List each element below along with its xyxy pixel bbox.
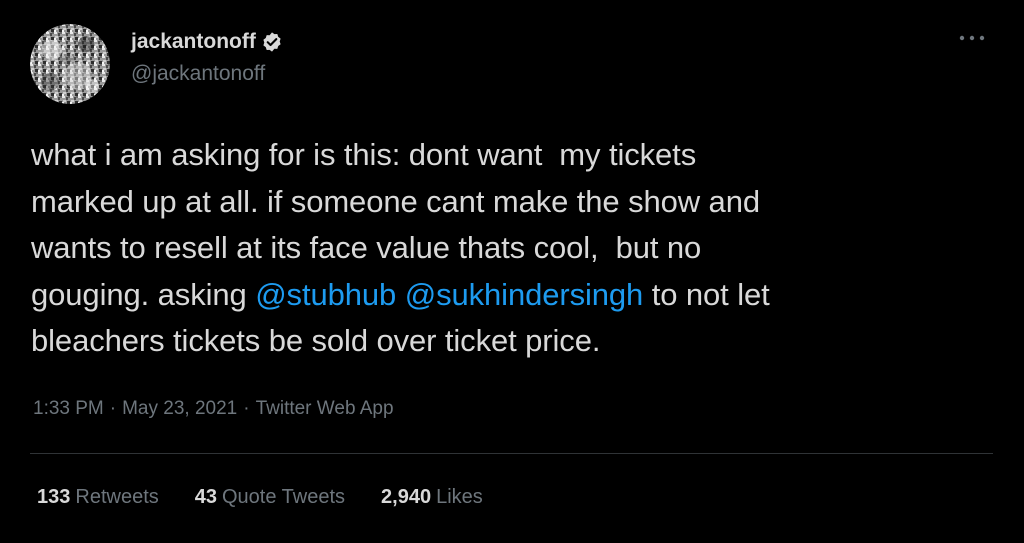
quote-tweets-count: 43 xyxy=(194,486,217,508)
divider xyxy=(30,453,993,454)
retweets-stat[interactable]: 133 Retweets xyxy=(37,486,159,509)
display-name[interactable]: jackantonoff xyxy=(131,30,256,54)
likes-stat[interactable]: 2,940 Likes xyxy=(381,486,483,509)
tweet-stats: 133 Retweets 43 Quote Tweets 2,940 Likes xyxy=(37,486,519,509)
tweet-line: to not let xyxy=(643,276,770,312)
quote-tweets-label: Quote Tweets xyxy=(222,486,346,508)
meta-separator: · xyxy=(109,398,117,419)
quote-tweets-stat[interactable]: 43 Quote Tweets xyxy=(195,486,345,509)
meta-separator: · xyxy=(243,398,250,419)
verified-badge-icon xyxy=(261,31,283,53)
tweet-line: marked up at all. if someone cant make t… xyxy=(31,183,760,219)
user-handle[interactable]: @jackantonoff xyxy=(131,62,283,86)
avatar[interactable] xyxy=(30,24,110,104)
likes-count: 2,940 xyxy=(381,486,432,508)
likes-label: Likes xyxy=(436,486,483,508)
tweet-text-gap xyxy=(396,277,405,312)
retweets-label: Retweets xyxy=(75,486,159,508)
tweet-header: jackantonoff @jackantonoff xyxy=(30,24,283,104)
tweet-line: bleachers tickets be sold over ticket pr… xyxy=(31,323,601,358)
avatar-image xyxy=(30,24,110,104)
user-names: jackantonoff @jackantonoff xyxy=(131,28,283,86)
tweet-card: jackantonoff @jackantonoff what i am ask… xyxy=(0,0,1024,543)
mention-link-sukhindersingh[interactable]: @sukhindersingh xyxy=(405,277,644,312)
tweet-date[interactable]: May 23, 2021 xyxy=(122,398,237,420)
tweet-line: what i am asking for is this: dont want … xyxy=(31,137,697,172)
display-name-row: jackantonoff xyxy=(131,28,283,56)
mention-link-stubhub[interactable]: @stubhub xyxy=(255,277,396,312)
tweet-meta: 1:33 PM · May 23, 2021 · Twitter Web App xyxy=(33,398,394,420)
tweet-source[interactable]: Twitter Web App xyxy=(256,398,394,420)
tweet-line: gouging. asking xyxy=(31,276,256,312)
tweet-line: wants to resell at its face value thats … xyxy=(31,230,702,265)
retweets-count: 133 xyxy=(37,486,71,508)
tweet-text: what i am asking for is this: dont want … xyxy=(31,132,991,365)
more-dots-icon[interactable] xyxy=(956,28,988,48)
tweet-time[interactable]: 1:33 PM xyxy=(33,398,104,420)
